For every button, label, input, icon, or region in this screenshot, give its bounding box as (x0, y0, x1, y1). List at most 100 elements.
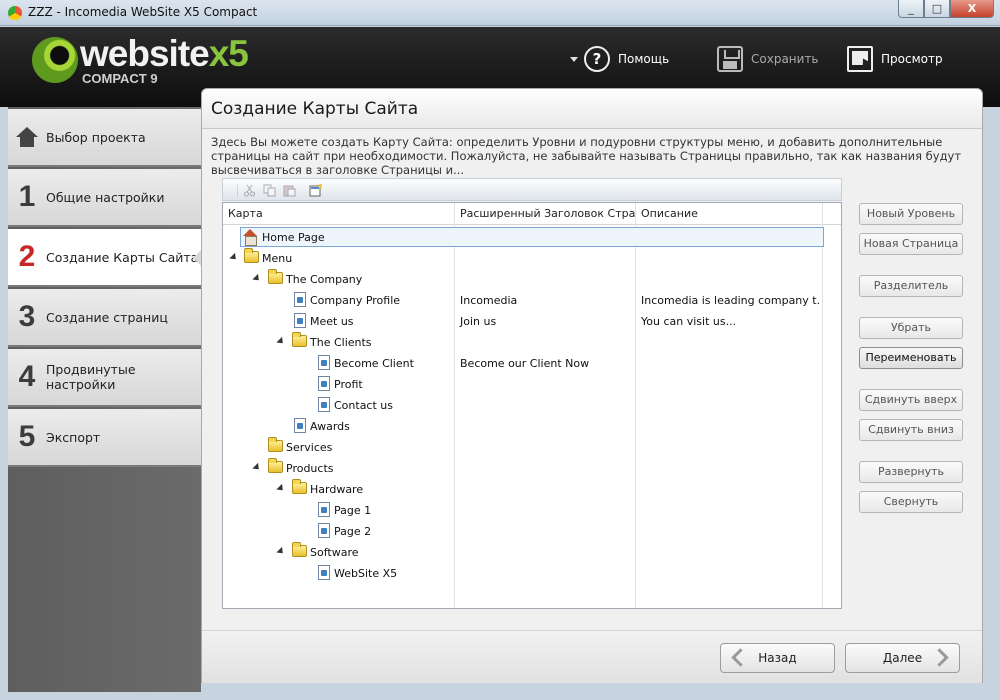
step-sitemap[interactable]: 2 Создание Карты Сайта (8, 229, 202, 287)
tree-row-page-1[interactable]: Page 1 (223, 500, 841, 521)
tree-item-label: Page 2 (334, 525, 372, 538)
step-general-settings[interactable]: 1 Общие настройки (8, 169, 201, 227)
page-properties-icon[interactable] (309, 184, 322, 197)
tree-item-label: Awards (310, 420, 350, 433)
preview-label: Просмотр (881, 52, 943, 66)
tree-row-page-2[interactable]: Page 2 (223, 521, 841, 542)
sitemap-tree[interactable]: Карта Расширенный Заголовок Страни... Оп… (222, 202, 842, 609)
logo-text: websitex5 (80, 33, 249, 75)
tree-row-the-company[interactable]: The Company (223, 269, 841, 290)
folder-icon (268, 458, 283, 473)
save-button[interactable]: Сохранить (717, 45, 819, 73)
tree-item-label: Become Client (334, 357, 414, 370)
expand-arrow-icon[interactable] (229, 252, 239, 263)
tree-item-label: WebSite X5 (334, 567, 398, 580)
tree-toolbar (222, 178, 842, 201)
tree-row-software[interactable]: Software (223, 542, 841, 563)
tree-row-awards[interactable]: Awards (223, 416, 841, 437)
page-icon (318, 376, 330, 391)
remove-button[interactable]: Убрать (859, 317, 963, 339)
tree-row-services[interactable]: Services (223, 437, 841, 458)
home-page-icon (243, 229, 258, 246)
tree-row-company-profile[interactable]: Company Profile Incomedia Incomedia is l… (223, 290, 841, 311)
tree-item-label: Hardware (310, 483, 364, 496)
logo-subtitle: COMPACT 9 (82, 71, 158, 86)
minimize-button[interactable]: _ (898, 0, 924, 18)
tree-row-menu[interactable]: Menu (223, 248, 841, 269)
step-label: Выбор проекта (46, 129, 146, 145)
step-number: 3 (18, 300, 36, 333)
window-bottom-border (0, 692, 1000, 700)
folder-icon (244, 248, 259, 263)
close-button[interactable]: X (950, 0, 994, 18)
expand-button[interactable]: Развернуть (859, 461, 963, 483)
step-pages[interactable]: 3 Создание страниц (8, 289, 201, 347)
next-button[interactable]: Далее (845, 643, 960, 673)
page-icon (294, 313, 306, 328)
back-button[interactable]: Назад (720, 643, 835, 673)
panel-description: Здесь Вы можете создать Карту Сайта: опр… (211, 135, 962, 177)
tree-item-label: The Clients (310, 336, 372, 349)
paste-icon[interactable] (283, 184, 296, 197)
column-header-map[interactable]: Карта (223, 203, 455, 225)
cut-icon[interactable] (243, 184, 256, 197)
page-icon (294, 418, 306, 433)
step-number: 5 (18, 420, 36, 453)
tree-row-website-x5[interactable]: WebSite X5 (223, 563, 841, 584)
copy-icon[interactable] (263, 184, 276, 197)
tree-row-hardware[interactable]: Hardware (223, 479, 841, 500)
folder-icon (292, 332, 307, 347)
new-level-button[interactable]: Новый Уровень (859, 203, 963, 225)
rename-button[interactable]: Переименовать (859, 347, 963, 369)
page-icon (294, 292, 306, 307)
page-icon (318, 523, 330, 538)
step-export[interactable]: 5 Экспорт (8, 409, 201, 467)
expand-arrow-icon[interactable] (276, 336, 286, 347)
step-advanced[interactable]: 4 Продвинутые настройки (8, 349, 201, 407)
move-up-button[interactable]: Сдвинуть вверх (859, 389, 963, 411)
chevron-left-icon (731, 648, 750, 667)
panel-header: Создание Карты Сайта (202, 89, 982, 129)
collapse-button[interactable]: Свернуть (859, 491, 963, 513)
tree-item-label: Page 1 (334, 504, 372, 517)
preview-button[interactable]: Просмотр (847, 45, 943, 73)
tree-item-title: Join us (460, 315, 497, 328)
folder-icon (292, 542, 307, 557)
tree-item-label: The Company (286, 273, 363, 286)
help-label: Помощь (618, 52, 670, 66)
home-icon (16, 127, 38, 147)
logo-word: website (80, 33, 210, 74)
expand-arrow-icon[interactable] (252, 462, 262, 473)
separator-button[interactable]: Разделитель (859, 275, 963, 297)
expand-arrow-icon[interactable] (252, 273, 262, 284)
column-header-description[interactable]: Описание (636, 203, 841, 225)
tree-item-label: Menu (262, 252, 293, 265)
move-down-button[interactable]: Сдвинуть вниз (859, 419, 963, 441)
tree-row-become-client[interactable]: Become Client Become our Client Now (223, 353, 841, 374)
help-button[interactable]: ? Помощь (570, 45, 669, 73)
logo-icon (32, 37, 78, 83)
tree-item-description: Incomedia is leading company t... (641, 294, 821, 307)
page-icon (318, 397, 330, 412)
new-page-button[interactable]: Новая Страница (859, 233, 963, 255)
tree-row-profit[interactable]: Profit (223, 374, 841, 395)
app-icon (8, 6, 22, 20)
column-header-extended-title[interactable]: Расширенный Заголовок Страни... (455, 203, 636, 225)
save-icon (717, 46, 743, 72)
chevron-down-icon (570, 56, 578, 62)
step-label: Общие настройки (46, 189, 165, 205)
tree-row-products[interactable]: Products (223, 458, 841, 479)
expand-arrow-icon[interactable] (276, 546, 286, 557)
tree-row-the-clients[interactable]: The Clients (223, 332, 841, 353)
expand-arrow-icon[interactable] (276, 483, 286, 494)
tree-item-title: Incomedia (460, 294, 518, 307)
tree-row-home-page[interactable]: Home Page (223, 227, 841, 248)
step-choose-project[interactable]: Выбор проекта (8, 109, 201, 167)
tree-row-contact-us[interactable]: Contact us (223, 395, 841, 416)
step-number: 1 (18, 180, 36, 213)
step-number: 4 (18, 360, 36, 393)
maximize-button[interactable]: □ (924, 0, 950, 18)
main-panel: Создание Карты Сайта Здесь Вы можете соз… (201, 88, 983, 683)
tree-item-label: Home Page (262, 231, 325, 244)
tree-row-meet-us[interactable]: Meet us Join us You can visit us... (223, 311, 841, 332)
